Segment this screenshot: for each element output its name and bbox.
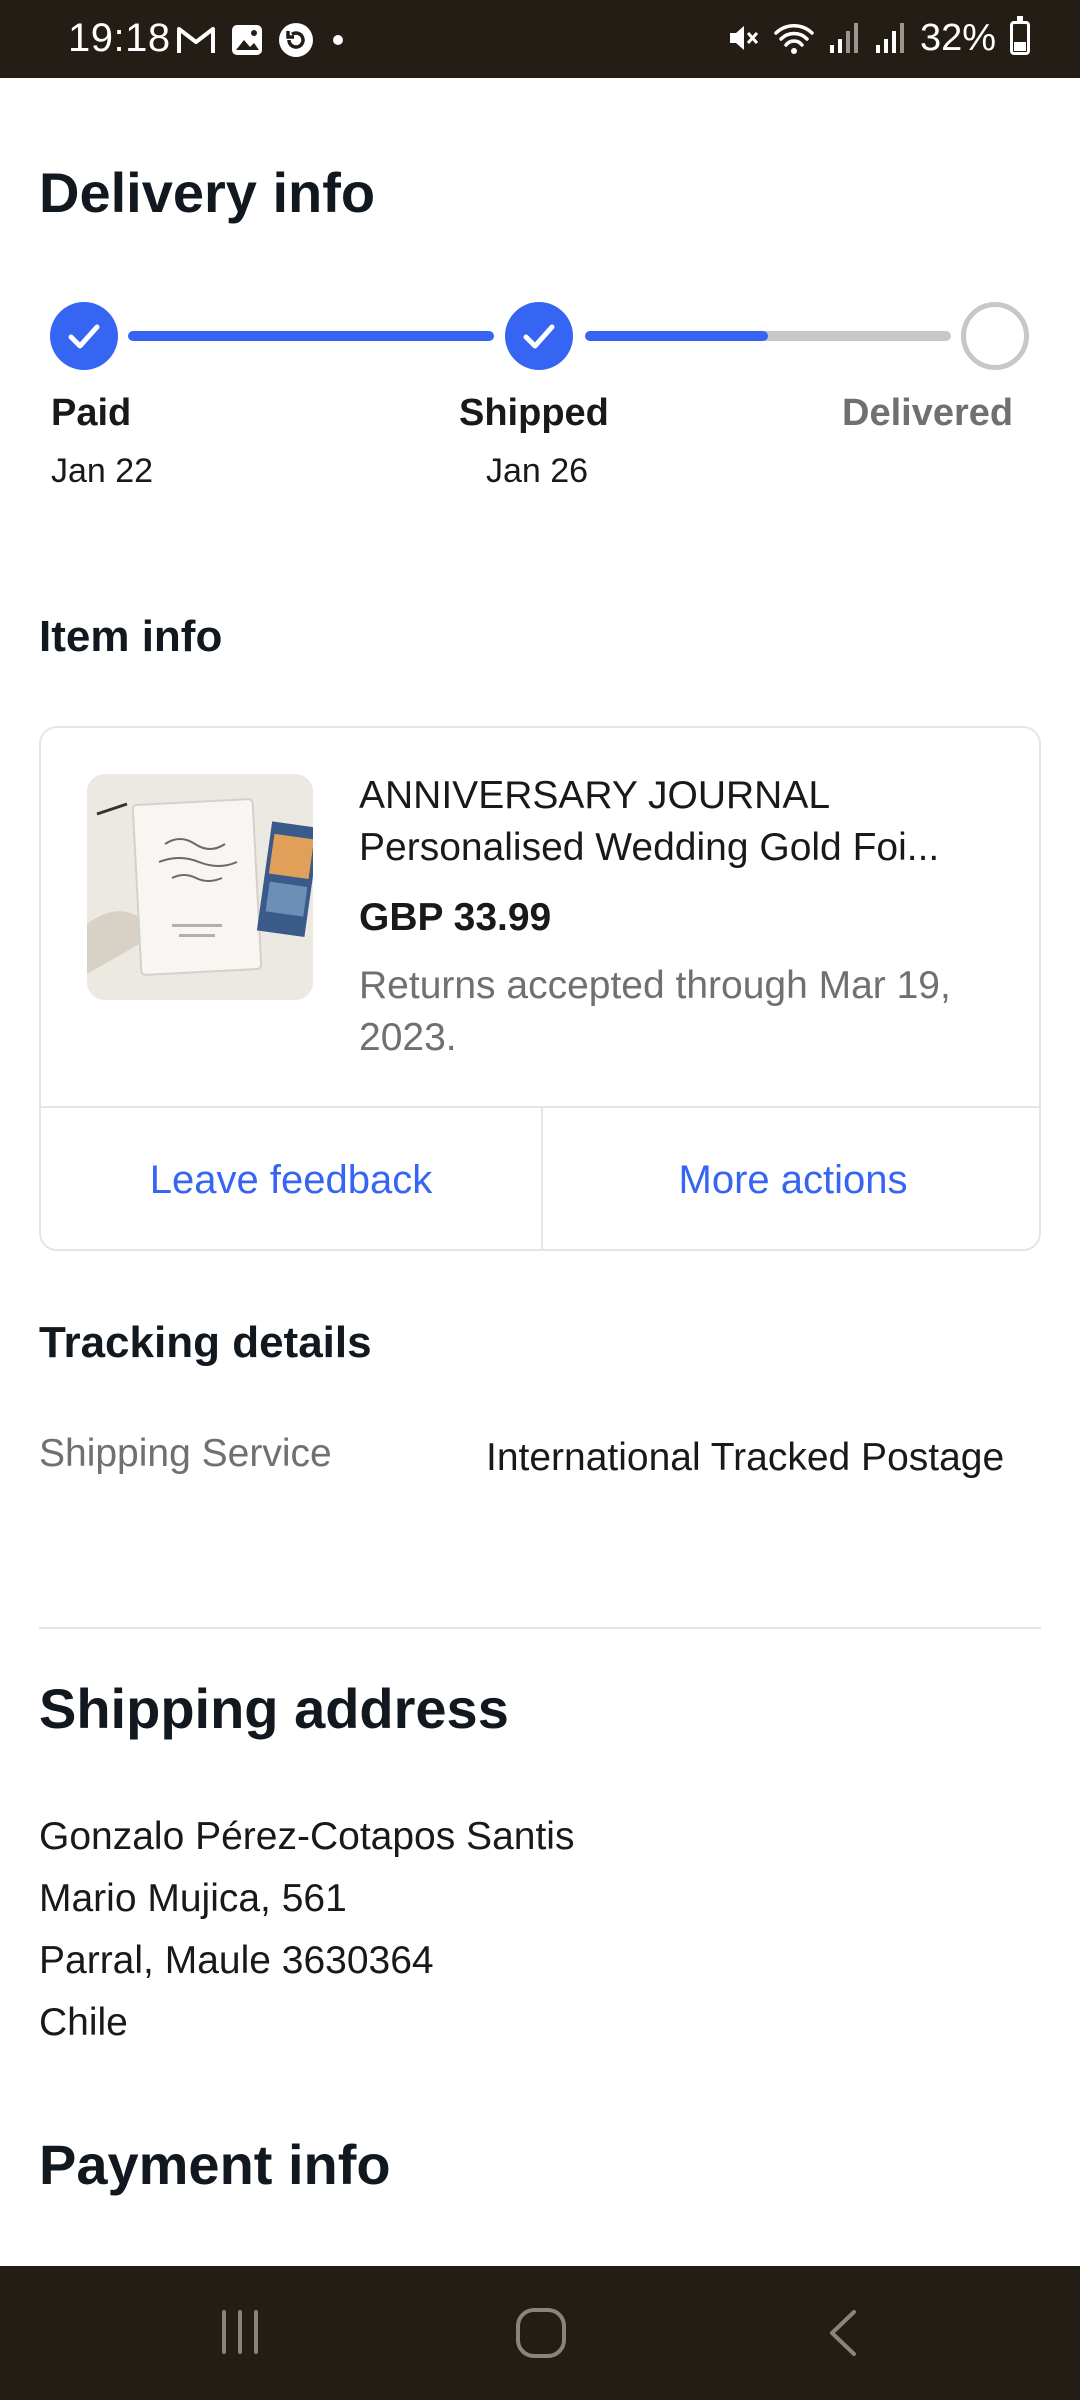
item-title-line1: ANNIVERSARY JOURNAL: [359, 774, 831, 817]
item-returns: Returns accepted through Mar 19, 2023.: [359, 964, 951, 1059]
more-actions-button[interactable]: More actions: [541, 1108, 1039, 1249]
back-icon[interactable]: [822, 2306, 866, 2360]
item-image[interactable]: [87, 774, 313, 1000]
item-title[interactable]: ANNIVERSARY JOURNAL Personalised Wedding…: [359, 770, 1009, 874]
divider: [39, 1627, 1041, 1629]
progress-bar-paid-shipped: [128, 331, 494, 341]
tracking-details-title: Tracking details: [39, 1318, 372, 1367]
address-name: Gonzalo Pérez-Cotapos Santis: [39, 1815, 575, 1858]
payment-info-title: Payment info: [39, 2133, 391, 2196]
step-label-delivered: Delivered: [842, 392, 1014, 434]
item-card: ANNIVERSARY JOURNAL Personalised Wedding…: [39, 726, 1041, 1251]
shipping-address-title: Shipping address: [39, 1677, 509, 1740]
status-bar: 19:18 32%: [0, 0, 1080, 78]
item-title-line2: Personalised Wedding Gold Foi...: [359, 826, 940, 869]
gallery-icon: [232, 25, 262, 55]
address-street: Mario Mujica, 561: [39, 1877, 347, 1920]
status-right: 32%: [726, 16, 1030, 60]
step-date-shipped: Jan 26: [486, 452, 589, 490]
sync-icon: [279, 23, 313, 57]
step-label-shipped: Shipped: [459, 392, 609, 434]
battery-fill: [1014, 42, 1026, 51]
shipping-address: Gonzalo Pérez-Cotapos Santis Mario Mujic…: [39, 1806, 574, 2054]
system-nav-bar: [0, 2266, 1080, 2400]
item-price: GBP 33.99: [359, 896, 552, 939]
wifi-icon: [774, 24, 814, 54]
item-info-title: Item info: [39, 612, 223, 661]
address-city: Parral, Maule 3630364: [39, 1939, 434, 1982]
delivered-pending-icon: [961, 302, 1029, 370]
home-icon[interactable]: [514, 2306, 568, 2360]
shipped-check-icon: [505, 302, 573, 370]
gmail-icon: [177, 27, 215, 53]
battery-percent: 32%: [919, 16, 996, 59]
leave-feedback-button[interactable]: Leave feedback: [41, 1108, 541, 1249]
status-time: 19:18: [68, 16, 171, 60]
address-country: Chile: [39, 2001, 128, 2044]
signal-icon: [875, 23, 904, 53]
progress-fill: [585, 331, 768, 341]
notification-icons: [176, 20, 348, 60]
shipping-service-value: International Tracked Postage: [486, 1436, 1005, 1479]
battery-icon: [1010, 16, 1030, 55]
progress-bar-shipped-delivered: [585, 331, 951, 341]
delivery-info-title: Delivery info: [39, 161, 376, 224]
step-label-paid: Paid: [51, 392, 132, 434]
paid-check-icon: [50, 302, 118, 370]
dot-icon: [333, 35, 343, 45]
mute-icon: [729, 26, 759, 50]
recent-apps-icon[interactable]: [214, 2306, 266, 2358]
shipping-service-label: Shipping Service: [39, 1432, 332, 1475]
step-date-paid: Jan 22: [51, 452, 154, 490]
signal-icon: [829, 23, 858, 53]
card-actions: Leave feedback More actions: [41, 1106, 1039, 1249]
